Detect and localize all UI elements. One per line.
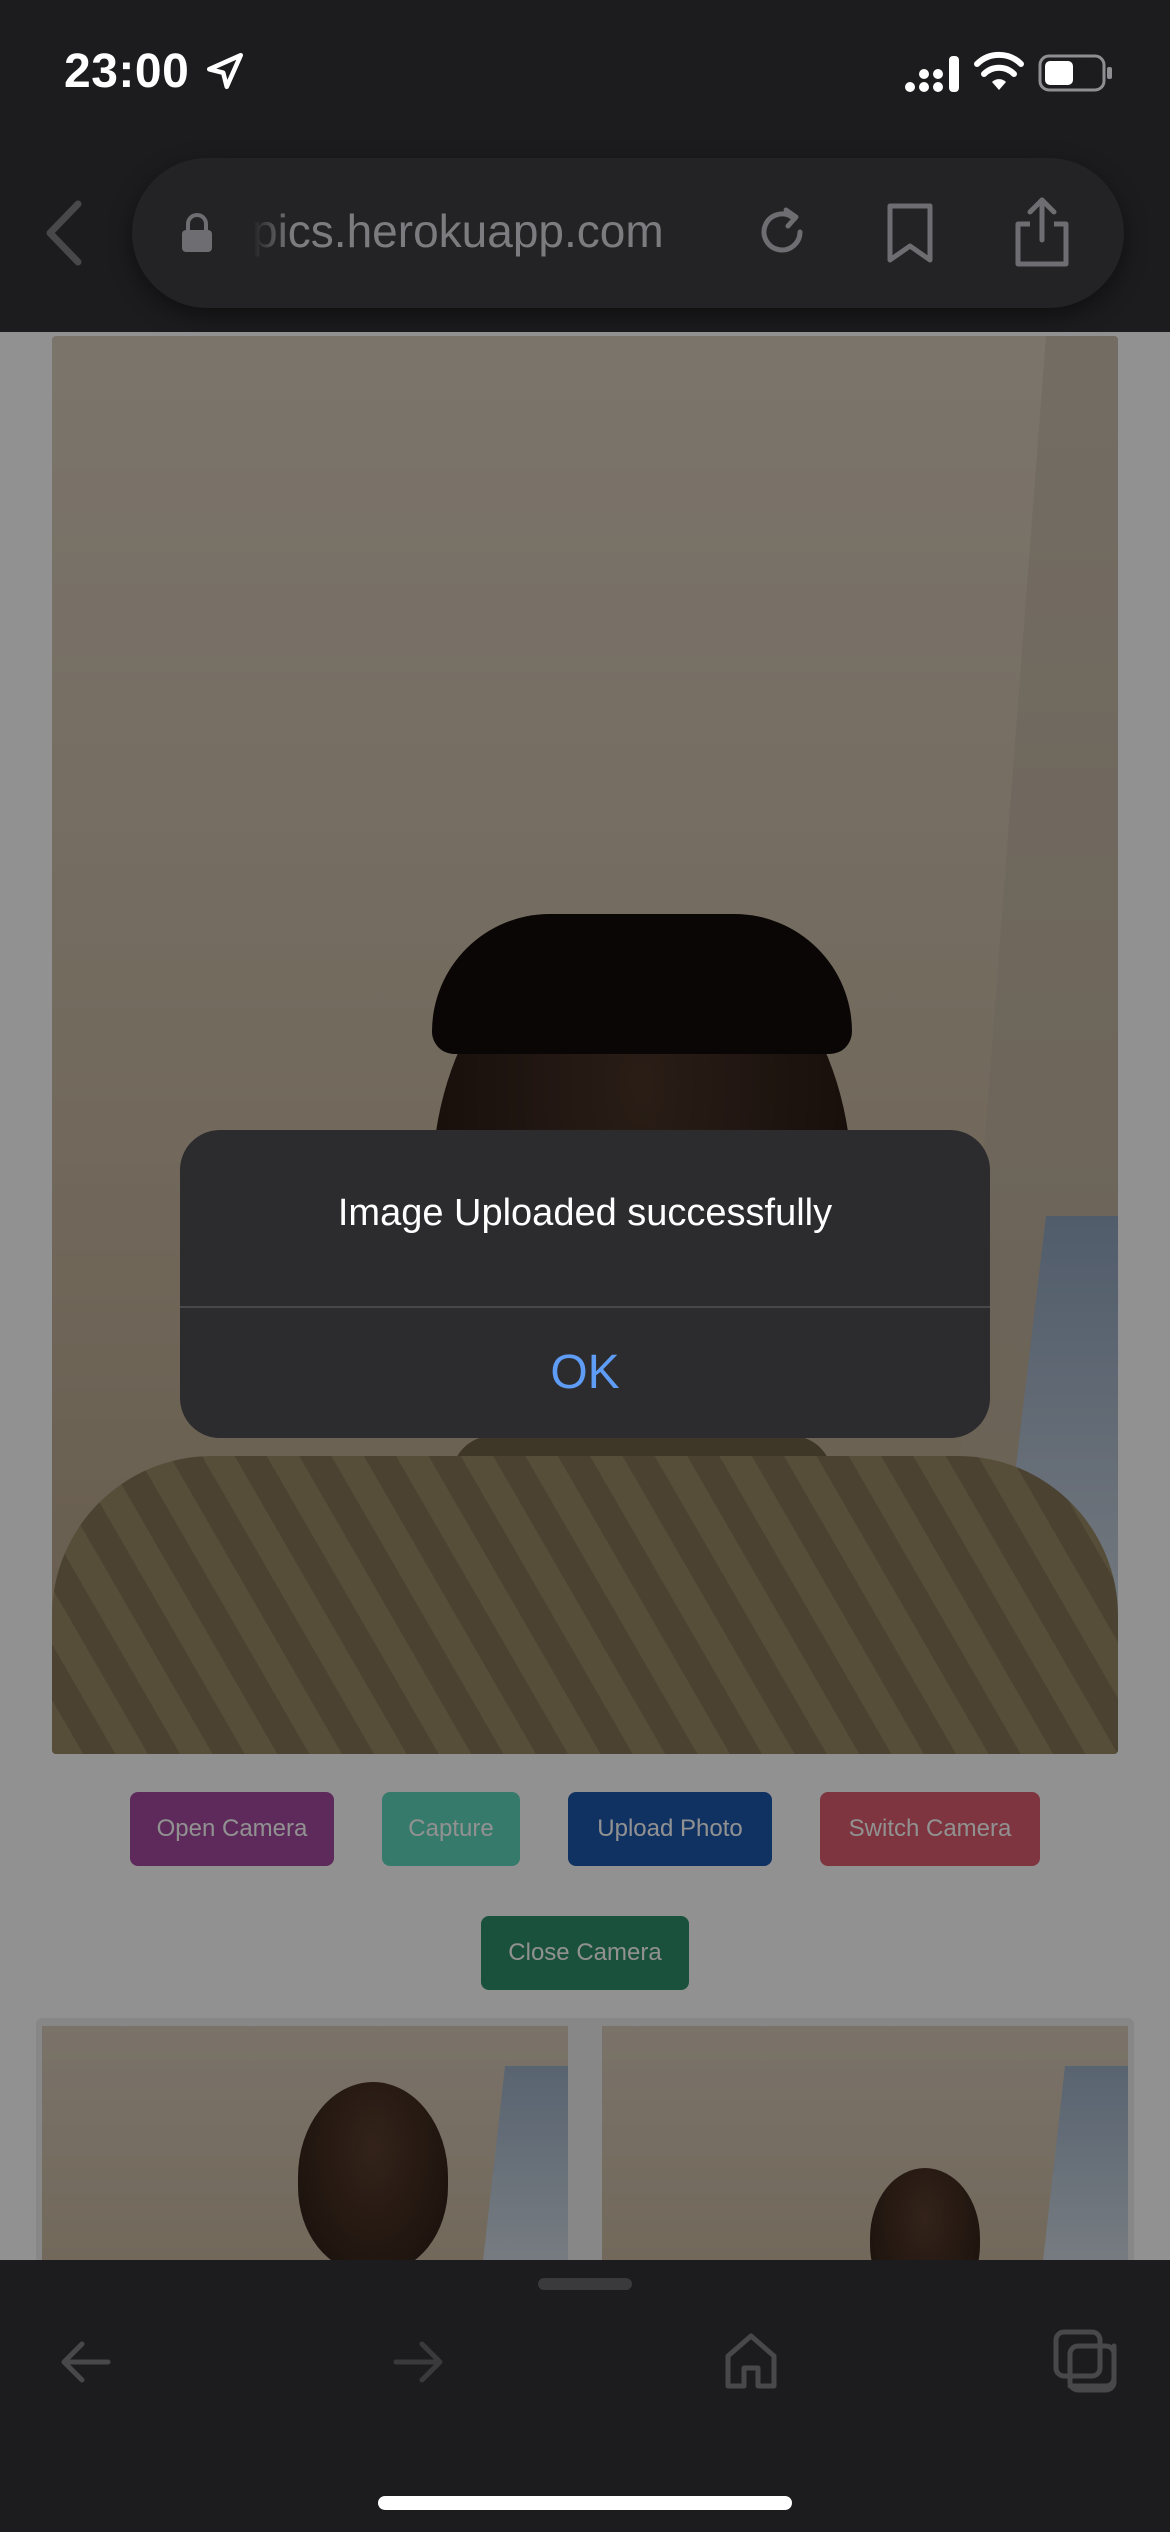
- address-bar[interactable]: pics.herokuapp.com: [132, 158, 1124, 308]
- home-icon[interactable]: [722, 2330, 780, 2390]
- wifi-icon: [974, 51, 1024, 90]
- reload-icon[interactable]: [752, 202, 812, 262]
- tabs-icon[interactable]: [1052, 2328, 1118, 2394]
- location-arrow-icon: [206, 52, 244, 90]
- alert-dialog: Image Uploaded successfully OK: [180, 1130, 990, 1438]
- share-icon[interactable]: [1012, 196, 1072, 268]
- status-bar: 23:00: [0, 0, 1170, 150]
- alert-message: Image Uploaded successfully: [337, 1192, 833, 1234]
- lock-icon: [182, 213, 212, 252]
- bookmark-icon[interactable]: [884, 202, 936, 264]
- alert-ok-button[interactable]: OK: [180, 1308, 990, 1438]
- browser-address-bar-area: pics.herokuapp.com: [0, 150, 1170, 332]
- back-chevron-icon[interactable]: [40, 198, 90, 268]
- cellular-signal-icon: [905, 56, 959, 92]
- home-indicator[interactable]: [378, 2496, 792, 2510]
- browser-toolbar: [0, 2260, 1170, 2532]
- toolbar-grabber[interactable]: [538, 2278, 632, 2290]
- status-time: 23:00: [64, 45, 190, 98]
- back-arrow-icon[interactable]: [58, 2334, 114, 2390]
- forward-arrow-icon[interactable]: [390, 2334, 446, 2390]
- battery-icon: [1038, 54, 1112, 92]
